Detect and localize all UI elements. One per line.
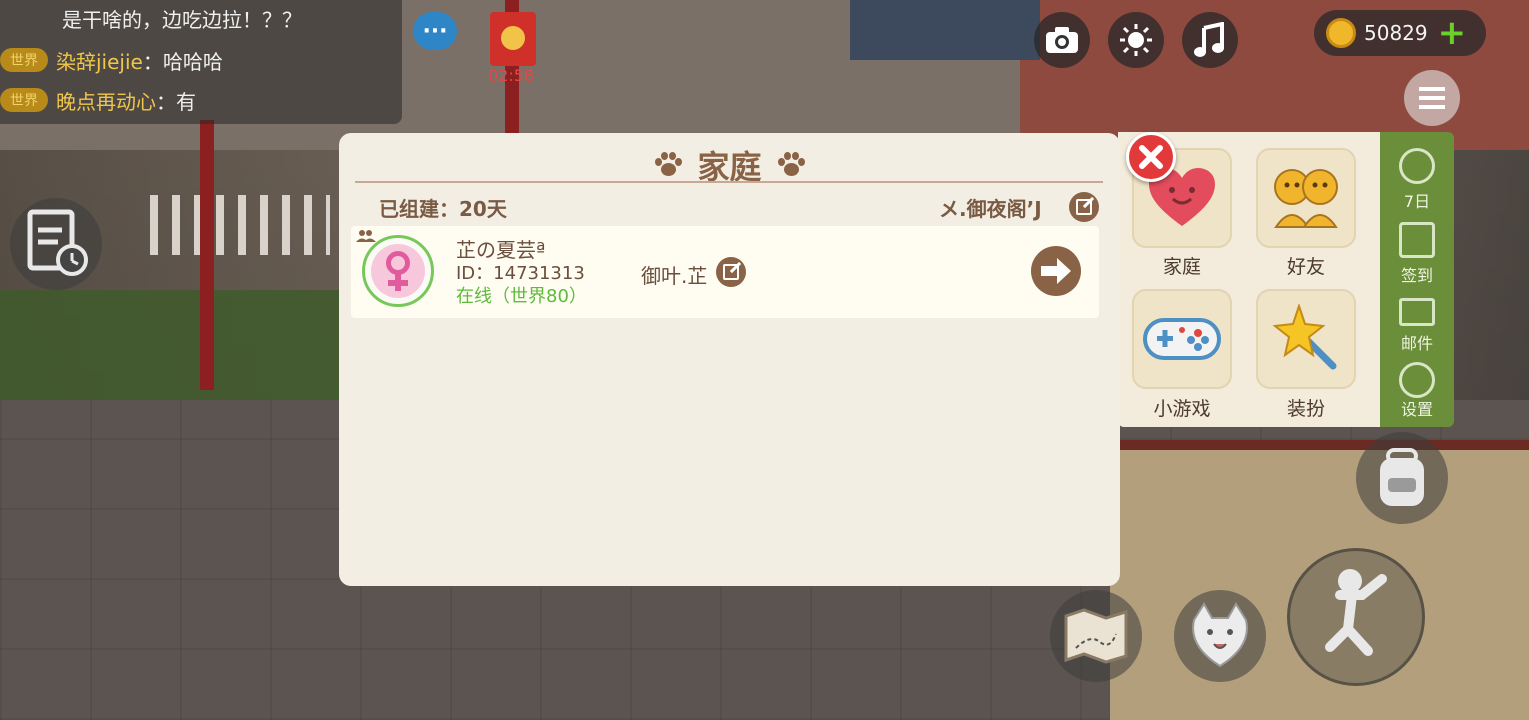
dress-up-menu-button[interactable]: [1256, 289, 1356, 389]
paw-icon: [653, 152, 683, 178]
edit-icon: [1076, 196, 1095, 215]
chat-panel[interactable]: 是干啥的，边吃边拉！？？ 世界 染辞jiejie ：哈哈哈 世界 晚点再动心 ：…: [0, 0, 402, 124]
list-icon: [1419, 87, 1445, 109]
sidebar-label-mail[interactable]: 邮件: [1380, 330, 1454, 354]
member-nickname: 御叶.芷: [641, 264, 708, 288]
coin-icon: [1326, 18, 1356, 48]
swing-pole: [200, 120, 214, 390]
gear-icon[interactable]: [1399, 362, 1435, 398]
paw-icon: [776, 152, 806, 178]
map-icon: [1064, 608, 1128, 664]
gamepad-icon: [1143, 318, 1221, 360]
edit-icon: [723, 261, 742, 280]
chat-sender[interactable]: 染辞jiejie: [56, 46, 143, 75]
add-coins-button[interactable]: +: [1438, 16, 1467, 50]
family-name: メ.御夜阁’J: [939, 197, 1042, 221]
coin-amount: 50829: [1364, 21, 1428, 45]
sidebar-label-settings[interactable]: 设置: [1380, 396, 1454, 420]
jump-button[interactable]: [1287, 548, 1425, 686]
menu-label-dress-up: 装扮: [1286, 398, 1325, 420]
channel-tag: 世界: [0, 48, 48, 72]
chat-text: ：哈哈哈: [142, 49, 223, 74]
menu-label-friends: 好友: [1286, 256, 1325, 278]
backpack-button[interactable]: [1356, 432, 1448, 524]
map-button[interactable]: [1050, 590, 1142, 682]
document-clock-icon: [27, 209, 88, 276]
red-packet-coin: [501, 26, 525, 50]
seven-day-icon[interactable]: [1399, 148, 1435, 184]
quick-sidebar: 7日 签到 邮件 设置: [1380, 132, 1454, 427]
menu-label-minigame: 小游戏: [1153, 398, 1211, 420]
friends-icon: [1274, 169, 1338, 228]
emote-button[interactable]: [1174, 590, 1266, 682]
divider: [355, 181, 1103, 183]
channel-tag: 世界: [0, 88, 48, 112]
family-member-row[interactable]: 芷の夏芸ª ID：14731313 在线（世界80） 御叶.芷: [351, 226, 1099, 318]
chat-message: 世界 染辞jiejie ：哈哈哈: [0, 42, 223, 78]
close-dialog-button[interactable]: [1126, 132, 1176, 182]
house-roof: [850, 0, 1040, 60]
sidebar-label-checkin[interactable]: 签到: [1380, 262, 1454, 286]
chat-message: 是干啥的，边吃边拉！？？: [62, 0, 302, 36]
jump-icon: [1325, 569, 1387, 656]
chat-message: 世界 晚点再动心 ：有: [0, 82, 196, 118]
mail-icon[interactable]: [1399, 298, 1435, 326]
visit-member-button[interactable]: [1031, 246, 1081, 296]
chat-sender[interactable]: 晚点再动心: [56, 86, 156, 115]
sidebar-label-7day[interactable]: 7日: [1380, 188, 1454, 212]
camera-icon[interactable]: [1034, 12, 1090, 68]
close-icon: [1139, 145, 1163, 169]
cat-face-icon: [1192, 602, 1248, 668]
member-avatar[interactable]: [362, 235, 434, 307]
red-packet-icon[interactable]: [490, 12, 536, 66]
task-list-button[interactable]: [10, 198, 102, 290]
fence: [150, 195, 330, 255]
female-icon: [371, 244, 425, 298]
friends-menu-button[interactable]: [1256, 148, 1356, 248]
minigame-menu-button[interactable]: [1132, 289, 1232, 389]
chat-text: ：有: [156, 89, 196, 114]
members-icon: [356, 230, 376, 242]
coin-balance: 50829 +: [1314, 10, 1486, 56]
menu-label-family: 家庭: [1162, 256, 1201, 278]
star-wand-icon: [1272, 304, 1337, 370]
chat-text: 是干啥的，边吃边拉！？？: [62, 7, 302, 32]
edit-family-name-button[interactable]: [1069, 192, 1099, 222]
menu-toggle-button[interactable]: [1404, 70, 1460, 126]
music-icon[interactable]: [1182, 12, 1238, 68]
backpack-icon: [1380, 448, 1424, 506]
member-status: 在线（世界80）: [456, 286, 587, 307]
checkin-icon[interactable]: [1399, 222, 1435, 258]
red-packet-timer: 02:58: [488, 66, 535, 85]
brightness-icon[interactable]: [1108, 12, 1164, 68]
dialog-header: 家庭: [339, 145, 1120, 186]
family-age: 已组建：20天: [379, 197, 507, 221]
arrow-right-icon: [1041, 258, 1071, 284]
edit-nickname-button[interactable]: [716, 257, 746, 287]
family-dialog: 家庭 已组建：20天 メ.御夜阁’J 芷の夏芸ª ID：14731313 在线（…: [339, 133, 1120, 586]
chat-bubble-icon[interactable]: ···: [413, 12, 457, 50]
